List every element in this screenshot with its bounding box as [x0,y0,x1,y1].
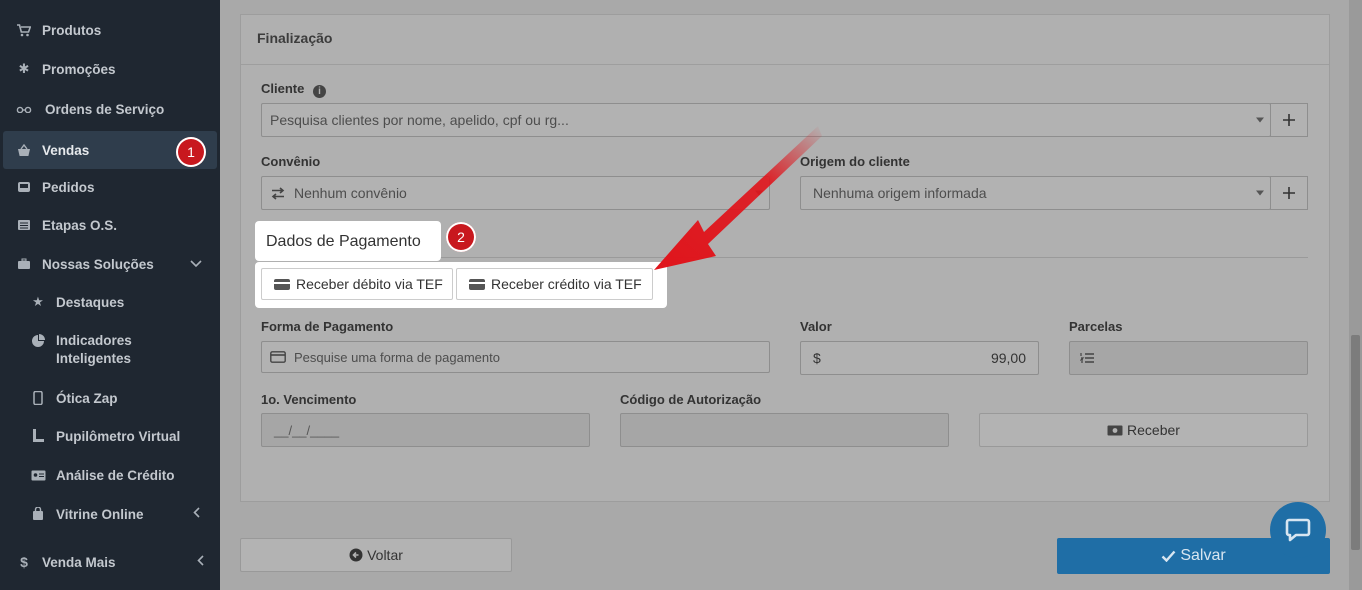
sidebar-item-label: Venda Mais [42,554,116,570]
debito-label: Receber débito via TEF [296,276,443,292]
star-icon: ★ [32,294,44,309]
list-icon [16,218,32,232]
sidebar-item-label: Análise de Crédito [56,467,175,483]
currency-symbol: $ [813,350,821,366]
info-icon[interactable]: i [312,85,326,98]
credit-card-icon [274,278,290,290]
money-icon [1107,425,1123,436]
origem-select[interactable]: Nenhuma origem informada [800,176,1271,210]
sidebar-item-etapas-os[interactable]: Etapas O.S. [0,216,220,234]
receber-debito-tef-button[interactable]: Receber débito via TEF [261,268,453,300]
credit-card-icon [270,351,286,363]
add-origem-button[interactable] [1270,176,1308,210]
forma-placeholder: Pesquise uma forma de pagamento [294,349,500,365]
mobile-icon [30,391,46,405]
valor-input[interactable]: $ 99,00 [800,341,1039,375]
caret-down-icon [1256,190,1264,196]
chat-icon [1285,518,1311,542]
voltar-label: Voltar [367,547,403,563]
sidebar-item-pupilometro[interactable]: Pupilômetro Virtual [0,427,220,445]
credito-label: Receber crédito via TEF [491,276,642,292]
sidebar-item-label: Ordens de Serviço [45,101,165,117]
step-badge-2: 2 [446,222,476,252]
sidebar-item-otica-zap[interactable]: Ótica Zap [0,389,220,407]
vencimento-placeholder: __/__/____ [274,422,340,438]
parcelas-select[interactable] [1069,341,1308,375]
plus-icon [1283,187,1295,199]
forma-label: Forma de Pagamento [261,319,394,334]
salvar-label: Salvar [1180,547,1226,564]
chevron-left-icon [193,507,200,521]
vencimento-label: 1o. Vencimento [261,392,357,407]
scrollbar-thumb[interactable] [1351,335,1360,550]
id-card-icon [30,468,46,482]
sidebar-item-label: Etapas O.S. [42,217,118,233]
voltar-button[interactable]: Voltar [240,538,512,572]
convenio-value: Nenhum convênio [294,185,407,201]
credit-card-icon [469,278,485,290]
sidebar-item-label: Promoções [42,61,116,77]
receber-button[interactable]: Receber [979,413,1308,447]
sidebar-item-label: Indicadores Inteligentes [56,333,132,366]
autorizacao-label: Código de Autorização [620,392,762,407]
convenio-label: Convênio [261,154,321,169]
sidebar-item-analise-credito[interactable]: Análise de Crédito [0,466,220,484]
sidebar-item-indicadores[interactable]: Indicadores Inteligentes [0,332,220,368]
forma-pagamento-input[interactable]: Pesquise uma forma de pagamento [261,341,770,373]
arrow-left-circle-icon [349,548,363,562]
receber-label: Receber [1127,422,1180,438]
exchange-icon [270,186,286,200]
valor-value: 99,00 [990,350,1026,366]
cliente-label-text: Cliente [261,81,305,96]
basket-icon [16,143,32,157]
briefcase-icon [16,257,32,271]
cart-icon [16,23,32,37]
chat-button[interactable] [1270,502,1326,558]
annotation-arrow [654,126,822,270]
sidebar-item-label: Destaques [56,294,125,310]
sidebar-item-ordens-servico[interactable]: Ordens de Serviço [0,100,220,118]
card-title: Finalização [241,15,1329,65]
cliente-label: Cliente i [261,81,326,98]
sidebar-item-label: Vendas [42,142,90,158]
sidebar-item-label: Nossas Soluções [42,256,154,272]
bag-icon [30,507,46,521]
sidebar-item-produtos[interactable]: Produtos [0,21,220,39]
caret-down-icon [1256,117,1264,123]
ordered-list-icon [1080,352,1094,364]
sidebar-item-nossas-solucoes[interactable]: Nossas Soluções [0,255,220,273]
dollar-icon: $ [20,554,28,570]
asterisk-icon: ✱ [18,61,30,76]
ruler-icon [30,429,46,443]
parcelas-label: Parcelas [1069,319,1123,334]
check-icon [1161,550,1176,562]
chevron-down-icon [190,257,202,271]
receber-credito-tef-button[interactable]: Receber crédito via TEF [456,268,653,300]
chevron-left-icon [197,555,204,569]
sidebar-item-label: Vitrine Online [56,506,144,522]
vencimento-input[interactable]: __/__/____ [261,413,590,447]
sidebar-item-vitrine-online[interactable]: Vitrine Online [0,505,220,523]
sidebar-item-label: Pedidos [42,179,95,195]
sidebar-item-pedidos[interactable]: Pedidos [0,178,220,196]
add-cliente-button[interactable] [1270,103,1308,137]
pagamento-title: Dados de Pagamento [266,233,421,250]
valor-label: Valor [800,319,832,334]
autorizacao-input[interactable] [620,413,949,447]
sidebar-item-label: Ótica Zap [56,390,118,406]
sidebar-item-venda-mais[interactable]: $ Venda Mais [0,553,220,571]
glasses-icon [16,102,32,116]
sidebar-item-label: Pupilômetro Virtual [56,428,181,444]
sidebar-item-destaques[interactable]: ★ Destaques [0,293,220,311]
sidebar-item-promocoes[interactable]: ✱ Promoções [0,60,220,78]
cliente-placeholder: Pesquisa clientes por nome, apelido, cpf… [270,112,569,128]
step-badge-1: 1 [176,137,206,167]
plus-icon [1283,114,1295,126]
pie-chart-icon [30,334,46,348]
sidebar-item-label: Produtos [42,22,102,38]
inbox-icon [16,180,32,194]
sidebar: Produtos ✱ Promoções Ordens de Serviço V… [0,0,220,590]
